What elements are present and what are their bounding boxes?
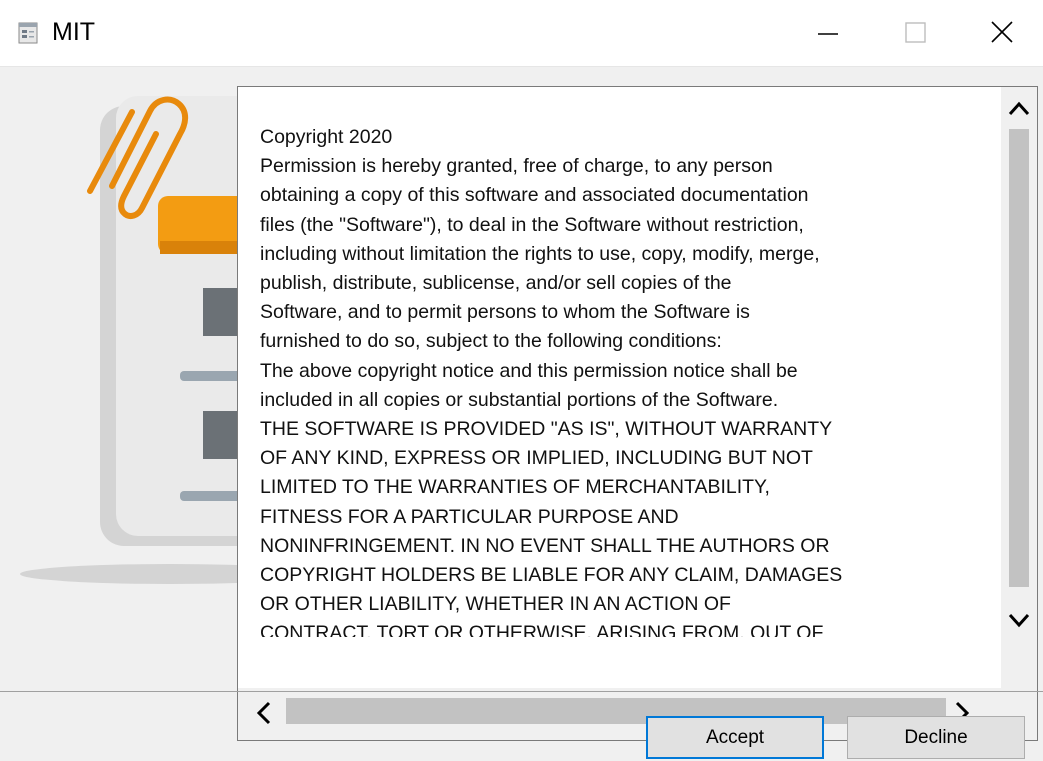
document-with-paperclip-illustration: [20, 96, 260, 584]
vertical-scrollbar[interactable]: [1001, 87, 1037, 690]
scroll-up-icon[interactable]: [1007, 99, 1031, 117]
minimize-button[interactable]: [785, 0, 871, 66]
footer-divider: [0, 691, 1043, 692]
maximize-icon: [905, 22, 926, 43]
vertical-scroll-thumb[interactable]: [1009, 129, 1029, 587]
decline-button[interactable]: Decline: [847, 716, 1025, 759]
maximize-button[interactable]: [872, 0, 958, 66]
minimize-icon: [818, 33, 838, 35]
scroll-down-icon[interactable]: [1007, 612, 1031, 630]
license-text: Copyright 2020 Permission is hereby gran…: [260, 126, 843, 637]
close-icon: [991, 21, 1013, 43]
window-title: MIT: [52, 18, 96, 46]
license-text-box[interactable]: Copyright 2020 Permission is hereby gran…: [237, 86, 1038, 741]
installer-app-icon: [18, 22, 38, 44]
dialog-body: Copyright 2020 Permission is hereby gran…: [0, 66, 1043, 761]
title-bar[interactable]: MIT: [0, 0, 1043, 67]
license-dialog-window: MIT Copyright 2020 Permission is hereby …: [0, 0, 1043, 761]
accept-button[interactable]: Accept: [646, 716, 824, 759]
scroll-left-icon[interactable]: [254, 700, 272, 726]
close-button[interactable]: [958, 0, 1043, 66]
